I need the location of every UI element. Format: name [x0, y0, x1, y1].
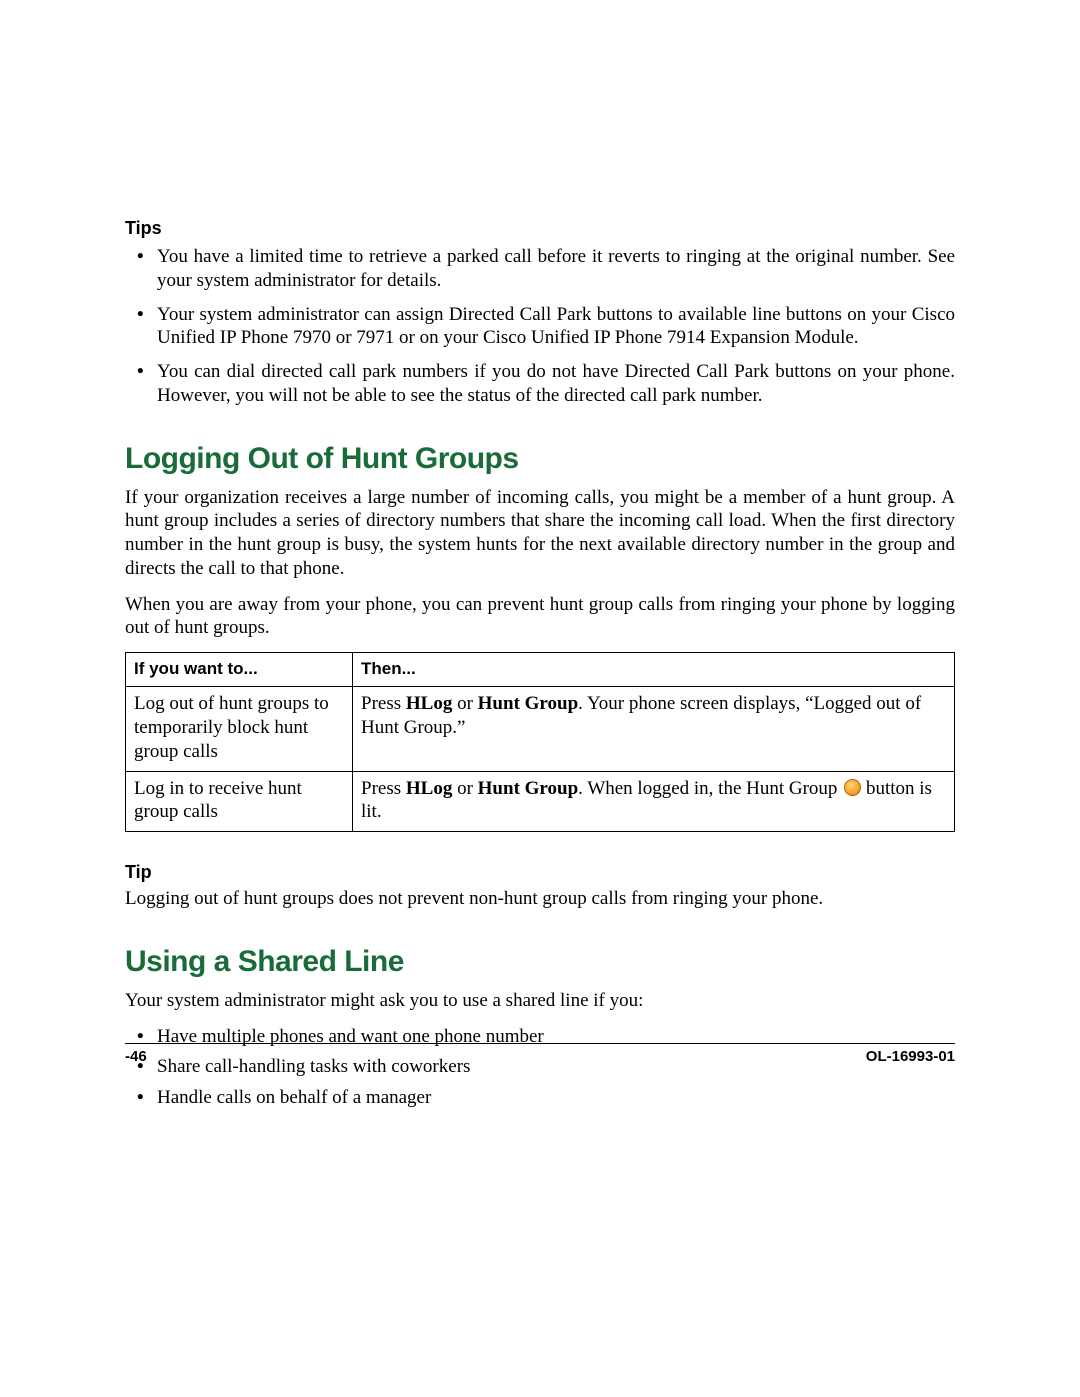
table-header-cell: Then...	[353, 653, 955, 687]
table-cell: Press HLog or Hunt Group. Your phone scr…	[353, 687, 955, 771]
table-cell: Log in to receive hunt group calls	[126, 771, 353, 832]
body-paragraph: Your system administrator might ask you …	[125, 989, 955, 1013]
page-number: -46	[125, 1048, 147, 1065]
list-item: Your system administrator can assign Dir…	[137, 303, 955, 351]
body-paragraph: When you are away from your phone, you c…	[125, 593, 955, 641]
section-heading-hunt-groups: Logging Out of Hunt Groups	[125, 442, 955, 476]
section-heading-shared-line: Using a Shared Line	[125, 945, 955, 979]
page-footer: -46 OL-16993-01	[125, 1043, 955, 1065]
table-header-row: If you want to... Then...	[126, 653, 955, 687]
list-item: Handle calls on behalf of a manager	[137, 1086, 955, 1111]
document-page: Tips You have a limited time to retrieve…	[0, 0, 1080, 1397]
shared-line-list: Have multiple phones and want one phone …	[137, 1025, 955, 1111]
table-cell: Press HLog or Hunt Group. When logged in…	[353, 771, 955, 832]
table-row: Log out of hunt groups to temporarily bl…	[126, 687, 955, 771]
table-header-cell: If you want to...	[126, 653, 353, 687]
tip-text: Logging out of hunt groups does not prev…	[125, 887, 955, 911]
hunt-group-lit-icon	[844, 779, 861, 796]
list-item: You can dial directed call park numbers …	[137, 360, 955, 408]
tip-heading: Tip	[125, 862, 955, 883]
hunt-group-table: If you want to... Then... Log out of hun…	[125, 652, 955, 832]
document-id: OL-16993-01	[866, 1048, 955, 1065]
body-paragraph: If your organization receives a large nu…	[125, 486, 955, 581]
list-item: You have a limited time to retrieve a pa…	[137, 245, 955, 293]
table-cell: Log out of hunt groups to temporarily bl…	[126, 687, 353, 771]
tips-heading: Tips	[125, 218, 955, 239]
tips-list: You have a limited time to retrieve a pa…	[137, 245, 955, 408]
table-row: Log in to receive hunt group calls Press…	[126, 771, 955, 832]
